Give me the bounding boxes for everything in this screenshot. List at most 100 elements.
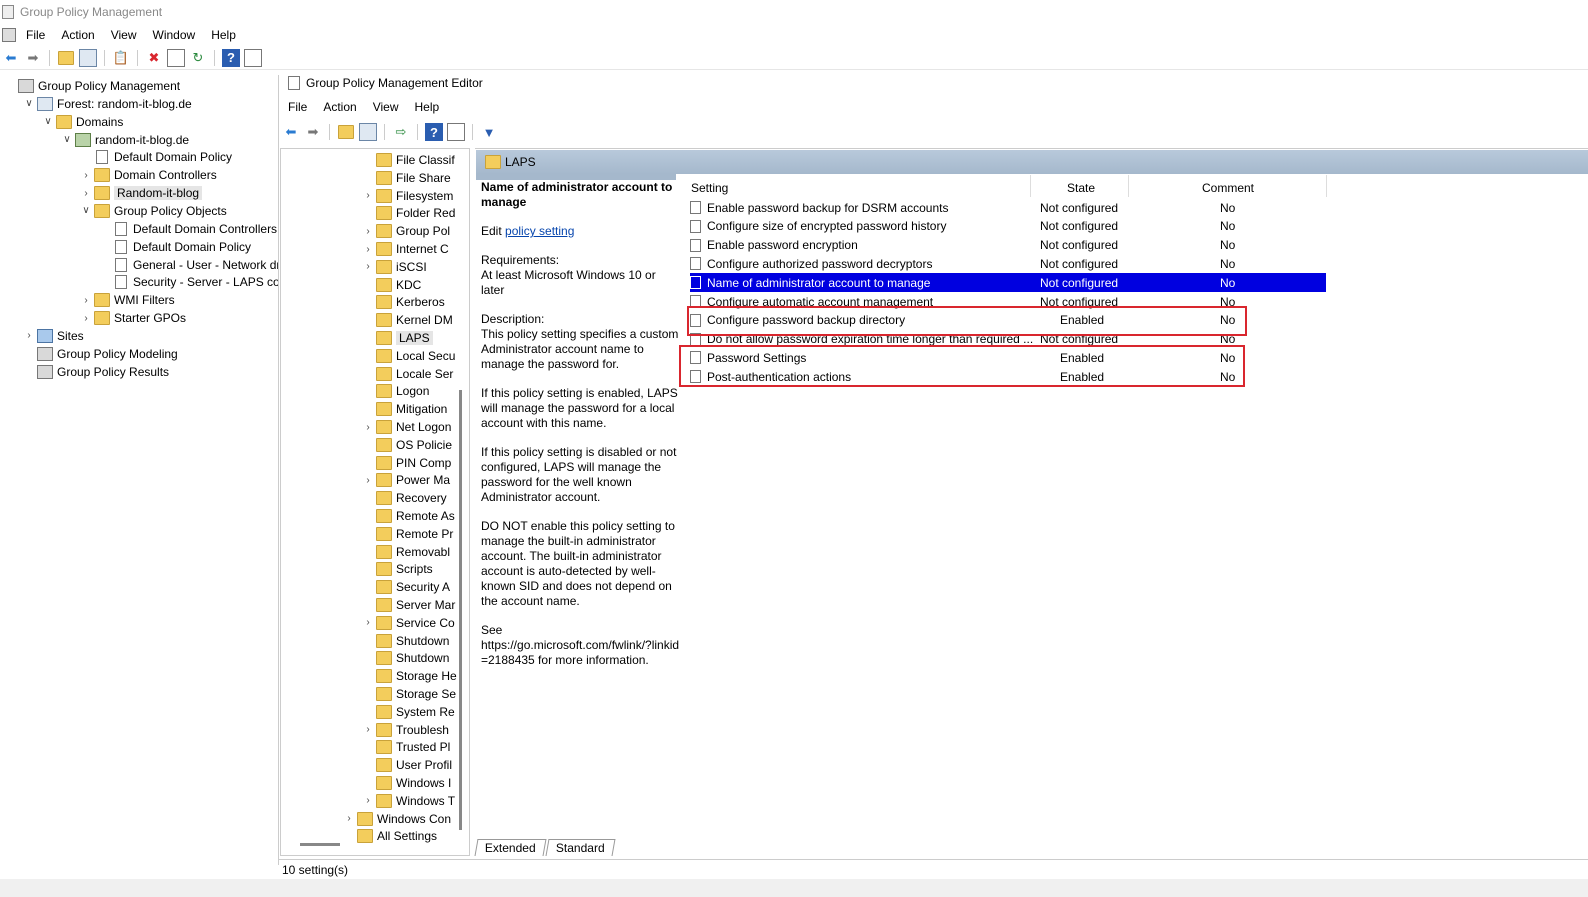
tree-item[interactable]: Group Policy Modeling: [23, 345, 178, 363]
tree-item[interactable]: Group Policy Results: [23, 363, 169, 381]
chevron-right-icon[interactable]: ›: [362, 261, 374, 272]
editor-tree-item[interactable]: Storage He: [362, 667, 457, 685]
forward-icon[interactable]: ➡: [24, 49, 42, 67]
editor-menu-view[interactable]: View: [365, 100, 407, 114]
tree-item[interactable]: Security - Server - LAPS configu: [99, 273, 278, 291]
editor-tree-item[interactable]: › Service Co: [362, 614, 455, 632]
editor-tree-item[interactable]: › Group Pol: [362, 222, 450, 240]
tree-item[interactable]: ∨ Group Policy Objects: [80, 202, 227, 220]
editor-tree-item[interactable]: › iSCSI: [362, 258, 427, 276]
setting-row[interactable]: Enable password encryption Not configured…: [690, 236, 1326, 255]
editor-tree-item[interactable]: KDC: [362, 276, 421, 294]
editor-tree-item[interactable]: › Windows T: [362, 792, 455, 810]
menu-help[interactable]: Help: [203, 28, 244, 42]
up-folder-icon[interactable]: [337, 123, 355, 141]
tree-item[interactable]: › Random-it-blog: [80, 184, 203, 202]
menu-view[interactable]: View: [103, 28, 145, 42]
chevron-right-icon[interactable]: ›: [80, 188, 92, 199]
editor-menu-help[interactable]: Help: [407, 100, 448, 114]
properties-icon[interactable]: [167, 48, 185, 67]
help-icon[interactable]: ?: [425, 123, 443, 141]
editor-tree-item[interactable]: Trusted Pl: [362, 738, 450, 756]
chevron-right-icon[interactable]: ›: [80, 170, 92, 181]
column-divider[interactable]: [1128, 175, 1129, 197]
clipboard-icon[interactable]: 📋: [112, 49, 130, 67]
menu-file[interactable]: File: [18, 28, 53, 42]
chevron-right-icon[interactable]: ›: [23, 330, 35, 341]
editor-tree-item[interactable]: › Power Ma: [362, 471, 450, 489]
back-icon[interactable]: ⬅: [282, 123, 300, 141]
editor-tree-item[interactable]: › Troublesh: [362, 721, 449, 739]
export-list-icon[interactable]: ⇨: [392, 123, 410, 141]
show-hide-tree-icon[interactable]: [359, 123, 377, 141]
editor-tree-item[interactable]: Server Mar: [362, 596, 455, 614]
up-folder-icon[interactable]: [57, 49, 75, 67]
chevron-down-icon[interactable]: ∨: [42, 116, 54, 127]
chevron-down-icon[interactable]: ∨: [23, 98, 35, 109]
tree-item[interactable]: Default Domain Policy: [80, 148, 232, 166]
chevron-right-icon[interactable]: ›: [362, 422, 374, 433]
chevron-right-icon[interactable]: ›: [80, 313, 92, 324]
setting-row[interactable]: Configure size of encrypted password his…: [690, 217, 1326, 236]
column-divider[interactable]: [1326, 175, 1327, 197]
chevron-right-icon[interactable]: ›: [362, 724, 374, 735]
action-pane-icon[interactable]: [244, 48, 262, 67]
setting-row[interactable]: Configure automatic account management No…: [690, 292, 1326, 311]
chevron-down-icon[interactable]: ∨: [61, 134, 73, 145]
editor-tree-item[interactable]: All Settings: [343, 827, 437, 845]
menu-action[interactable]: Action: [53, 28, 102, 42]
editor-tree-item[interactable]: File Classif: [362, 151, 455, 169]
editor-tree-item[interactable]: System Re: [362, 703, 455, 721]
chevron-right-icon[interactable]: ›: [362, 475, 374, 486]
tree-item[interactable]: ∨ Domains: [42, 113, 123, 131]
editor-menu-file[interactable]: File: [280, 100, 315, 114]
editor-tree-item[interactable]: Windows I: [362, 774, 451, 792]
action-pane-icon[interactable]: [447, 123, 465, 141]
tab-extended[interactable]: Extended: [474, 839, 547, 856]
editor-tree-item[interactable]: Shutdown: [362, 649, 449, 667]
editor-tree-item[interactable]: Kernel DM: [362, 311, 453, 329]
editor-tree-item[interactable]: Removabl: [362, 543, 450, 561]
tree-item[interactable]: Default Domain Controllers Pol: [99, 220, 278, 238]
chevron-right-icon[interactable]: ›: [362, 617, 374, 628]
chevron-right-icon[interactable]: ›: [362, 190, 374, 201]
editor-menu-action[interactable]: Action: [315, 100, 364, 114]
editor-tree-item[interactable]: › Internet C: [362, 240, 449, 258]
policy-setting-link[interactable]: policy setting: [505, 224, 574, 238]
chevron-right-icon[interactable]: ›: [362, 244, 374, 255]
tree-item[interactable]: Group Policy Management: [4, 77, 180, 95]
editor-tree-item[interactable]: Security A: [362, 578, 450, 596]
editor-tree-item[interactable]: Logon: [362, 382, 429, 400]
help-icon[interactable]: ?: [222, 48, 240, 67]
chevron-right-icon[interactable]: ›: [343, 813, 355, 824]
tree-item[interactable]: › Starter GPOs: [80, 309, 186, 327]
setting-row[interactable]: Configure authorized password decryptors…: [690, 254, 1326, 273]
chevron-right-icon[interactable]: ›: [362, 795, 374, 806]
tree-item[interactable]: General - User - Network drive m: [99, 256, 278, 274]
back-icon[interactable]: ⬅: [2, 49, 20, 67]
editor-tree-item[interactable]: Storage Se: [362, 685, 456, 703]
editor-tree-item[interactable]: Scripts: [362, 560, 433, 578]
tree-item[interactable]: ∨ Forest: random-it-blog.de: [23, 95, 192, 113]
chevron-down-icon[interactable]: ∨: [80, 205, 92, 216]
editor-tree-item[interactable]: File Share: [362, 169, 451, 187]
editor-tree-item[interactable]: User Profil: [362, 756, 452, 774]
chevron-right-icon[interactable]: ›: [80, 295, 92, 306]
setting-row[interactable]: Name of administrator account to manage N…: [690, 273, 1326, 293]
chevron-right-icon[interactable]: ›: [362, 226, 374, 237]
column-comment[interactable]: Comment: [1202, 179, 1254, 197]
tree-vertical-scrollbar[interactable]: [459, 390, 462, 830]
tree-item[interactable]: ∨ random-it-blog.de: [61, 131, 189, 149]
tree-item[interactable]: Default Domain Policy: [99, 238, 251, 256]
forward-icon[interactable]: ➡: [304, 123, 322, 141]
tab-standard[interactable]: Standard: [545, 839, 615, 856]
setting-row[interactable]: Post-authentication actions Enabled No: [690, 367, 1326, 386]
editor-tree-item[interactable]: LAPS: [362, 329, 433, 347]
editor-tree-item[interactable]: Remote Pr: [362, 525, 453, 543]
tree-item[interactable]: › Domain Controllers: [80, 166, 217, 184]
column-divider[interactable]: [1030, 175, 1031, 197]
setting-row[interactable]: Password Settings Enabled No: [690, 348, 1326, 367]
menu-window[interactable]: Window: [145, 28, 204, 42]
system-menu-icon[interactable]: [2, 27, 16, 42]
editor-tree-item[interactable]: Folder Red: [362, 204, 455, 222]
